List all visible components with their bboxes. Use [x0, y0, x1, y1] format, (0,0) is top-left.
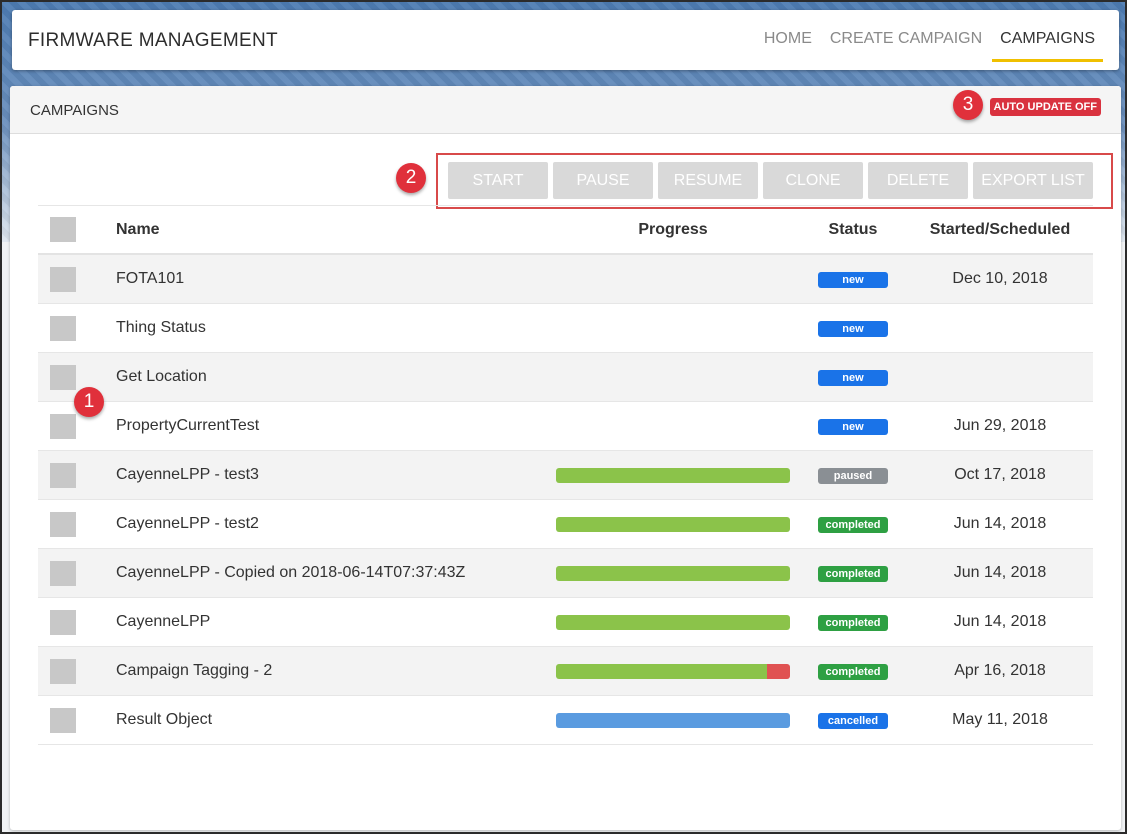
progress-success-fill [556, 614, 790, 630]
started-date: May 11, 2018 [952, 711, 1048, 728]
table-row[interactable]: CayenneLPP - test3 paused Oct 17, 2018 [38, 451, 1093, 500]
table-body: FOTA101 new Dec 10, 2018 Thing Status new Get… [38, 255, 1093, 745]
campaign-name[interactable]: Thing Status [116, 319, 206, 337]
table-row[interactable]: FOTA101 new Dec 10, 2018 [38, 255, 1093, 304]
resume-button[interactable]: RESUME [658, 162, 758, 199]
table-header: Name Progress Status Started/Scheduled [38, 205, 1093, 255]
started-date: Apr 16, 2018 [954, 662, 1046, 679]
status-cell: completed [818, 564, 888, 582]
header-progress: Progress [638, 220, 708, 238]
start-button[interactable]: START [448, 162, 548, 199]
table-row[interactable]: PropertyCurrentTest new Jun 29, 2018 [38, 402, 1093, 451]
progress-bar [556, 565, 790, 581]
table-row[interactable]: Get Location new [38, 353, 1093, 402]
campaign-name[interactable]: FOTA101 [116, 270, 184, 288]
progress-failed-fill [766, 663, 790, 679]
nav-home[interactable]: HOME [756, 10, 820, 70]
progress-success-fill [556, 565, 790, 581]
status-badge: completed [818, 517, 888, 533]
callout-3: 3 [953, 90, 983, 120]
campaigns-table: Name Progress Status Started/Scheduled F… [38, 205, 1093, 745]
row-checkbox[interactable] [50, 266, 76, 292]
status-cell: completed [818, 662, 888, 680]
started-date: Jun 29, 2018 [953, 417, 1047, 434]
status-cell: cancelled [818, 711, 888, 729]
export-list-button[interactable]: EXPORT LIST [973, 162, 1093, 199]
action-toolbar: START PAUSE RESUME CLONE DELETE EXPORT L… [448, 162, 1098, 199]
progress-success-fill [556, 712, 790, 728]
status-badge: cancelled [818, 713, 888, 729]
status-cell: new [818, 417, 888, 435]
pause-button[interactable]: PAUSE [553, 162, 653, 199]
status-badge: completed [818, 566, 888, 582]
table-row[interactable]: CayenneLPP - test2 completed Jun 14, 2018 [38, 500, 1093, 549]
row-checkbox[interactable] [50, 364, 76, 390]
campaign-name[interactable]: CayenneLPP - Copied on 2018-06-14T07:37:… [116, 564, 465, 582]
status-badge: new [818, 370, 888, 386]
delete-button[interactable]: DELETE [868, 162, 968, 199]
progress-bar [556, 516, 790, 532]
progress-bar [556, 663, 790, 679]
status-badge: new [818, 321, 888, 337]
callout-2: 2 [396, 163, 426, 193]
campaign-name[interactable]: CayenneLPP [116, 613, 210, 631]
header-status[interactable]: Status [818, 221, 888, 239]
campaign-name[interactable]: Campaign Tagging - 2 [116, 662, 272, 680]
started-date: Dec 10, 2018 [952, 270, 1048, 287]
row-checkbox[interactable] [50, 413, 76, 439]
row-checkbox[interactable] [50, 609, 76, 635]
status-badge: completed [818, 664, 888, 680]
table-row[interactable]: CayenneLPP - Copied on 2018-06-14T07:37:… [38, 549, 1093, 598]
header-started-scheduled[interactable]: Started/Scheduled [920, 221, 1080, 239]
status-cell: paused [818, 466, 888, 484]
row-checkbox[interactable] [50, 462, 76, 488]
table-row[interactable]: Campaign Tagging - 2 completed Apr 16, 201… [38, 647, 1093, 696]
auto-update-toggle[interactable]: AUTO UPDATE OFF [989, 98, 1101, 116]
campaign-name[interactable]: Get Location [116, 368, 207, 386]
progress-success-fill [556, 467, 790, 483]
row-checkbox[interactable] [50, 707, 76, 733]
started-date: Jun 14, 2018 [953, 564, 1047, 581]
started-date: Jun 14, 2018 [953, 515, 1047, 532]
row-checkbox[interactable] [50, 658, 76, 684]
table-row[interactable]: Result Object cancelled May 11, 2018 [38, 696, 1093, 745]
status-badge: new [818, 272, 888, 288]
app-title: FIRMWARE MANAGEMENT [28, 30, 278, 51]
started-date: Jun 14, 2018 [953, 613, 1047, 630]
status-cell: new [818, 368, 888, 386]
row-checkbox[interactable] [50, 560, 76, 586]
app-frame: FIRMWARE MANAGEMENT HOME CREATE CAMPAIGN… [0, 0, 1127, 834]
status-badge: completed [818, 615, 888, 631]
nav-campaigns[interactable]: CAMPAIGNS [992, 10, 1103, 70]
campaigns-panel: CAMPAIGNS AUTO UPDATE OFF START PAUSE RE… [10, 86, 1121, 830]
table-row[interactable]: Thing Status new [38, 304, 1093, 353]
row-checkbox[interactable] [50, 315, 76, 341]
select-all-checkbox[interactable] [50, 217, 76, 242]
status-badge: paused [818, 468, 888, 484]
callout-1: 1 [74, 387, 104, 417]
row-checkbox[interactable] [50, 511, 76, 537]
status-cell: new [818, 319, 888, 337]
header-name[interactable]: Name [116, 221, 160, 239]
status-cell: completed [818, 613, 888, 631]
top-navigation-bar: FIRMWARE MANAGEMENT HOME CREATE CAMPAIGN… [12, 10, 1119, 70]
progress-bar [556, 614, 790, 630]
panel-title: CAMPAIGNS [30, 102, 119, 119]
progress-success-fill [556, 516, 790, 532]
clone-button[interactable]: CLONE [763, 162, 863, 199]
started-date: Oct 17, 2018 [954, 466, 1046, 483]
status-cell: completed [818, 515, 888, 533]
campaign-name[interactable]: CayenneLPP - test2 [116, 515, 259, 533]
main-nav: HOME CREATE CAMPAIGN CAMPAIGNS [754, 10, 1103, 70]
status-cell: new [818, 270, 888, 288]
campaign-name[interactable]: Result Object [116, 711, 212, 729]
progress-bar [556, 467, 790, 483]
table-row[interactable]: CayenneLPP completed Jun 14, 2018 [38, 598, 1093, 647]
campaign-name[interactable]: PropertyCurrentTest [116, 417, 259, 435]
nav-create-campaign[interactable]: CREATE CAMPAIGN [822, 10, 990, 70]
status-badge: new [818, 419, 888, 435]
progress-bar [556, 712, 790, 728]
progress-success-fill [556, 663, 767, 679]
campaign-name[interactable]: CayenneLPP - test3 [116, 466, 259, 484]
